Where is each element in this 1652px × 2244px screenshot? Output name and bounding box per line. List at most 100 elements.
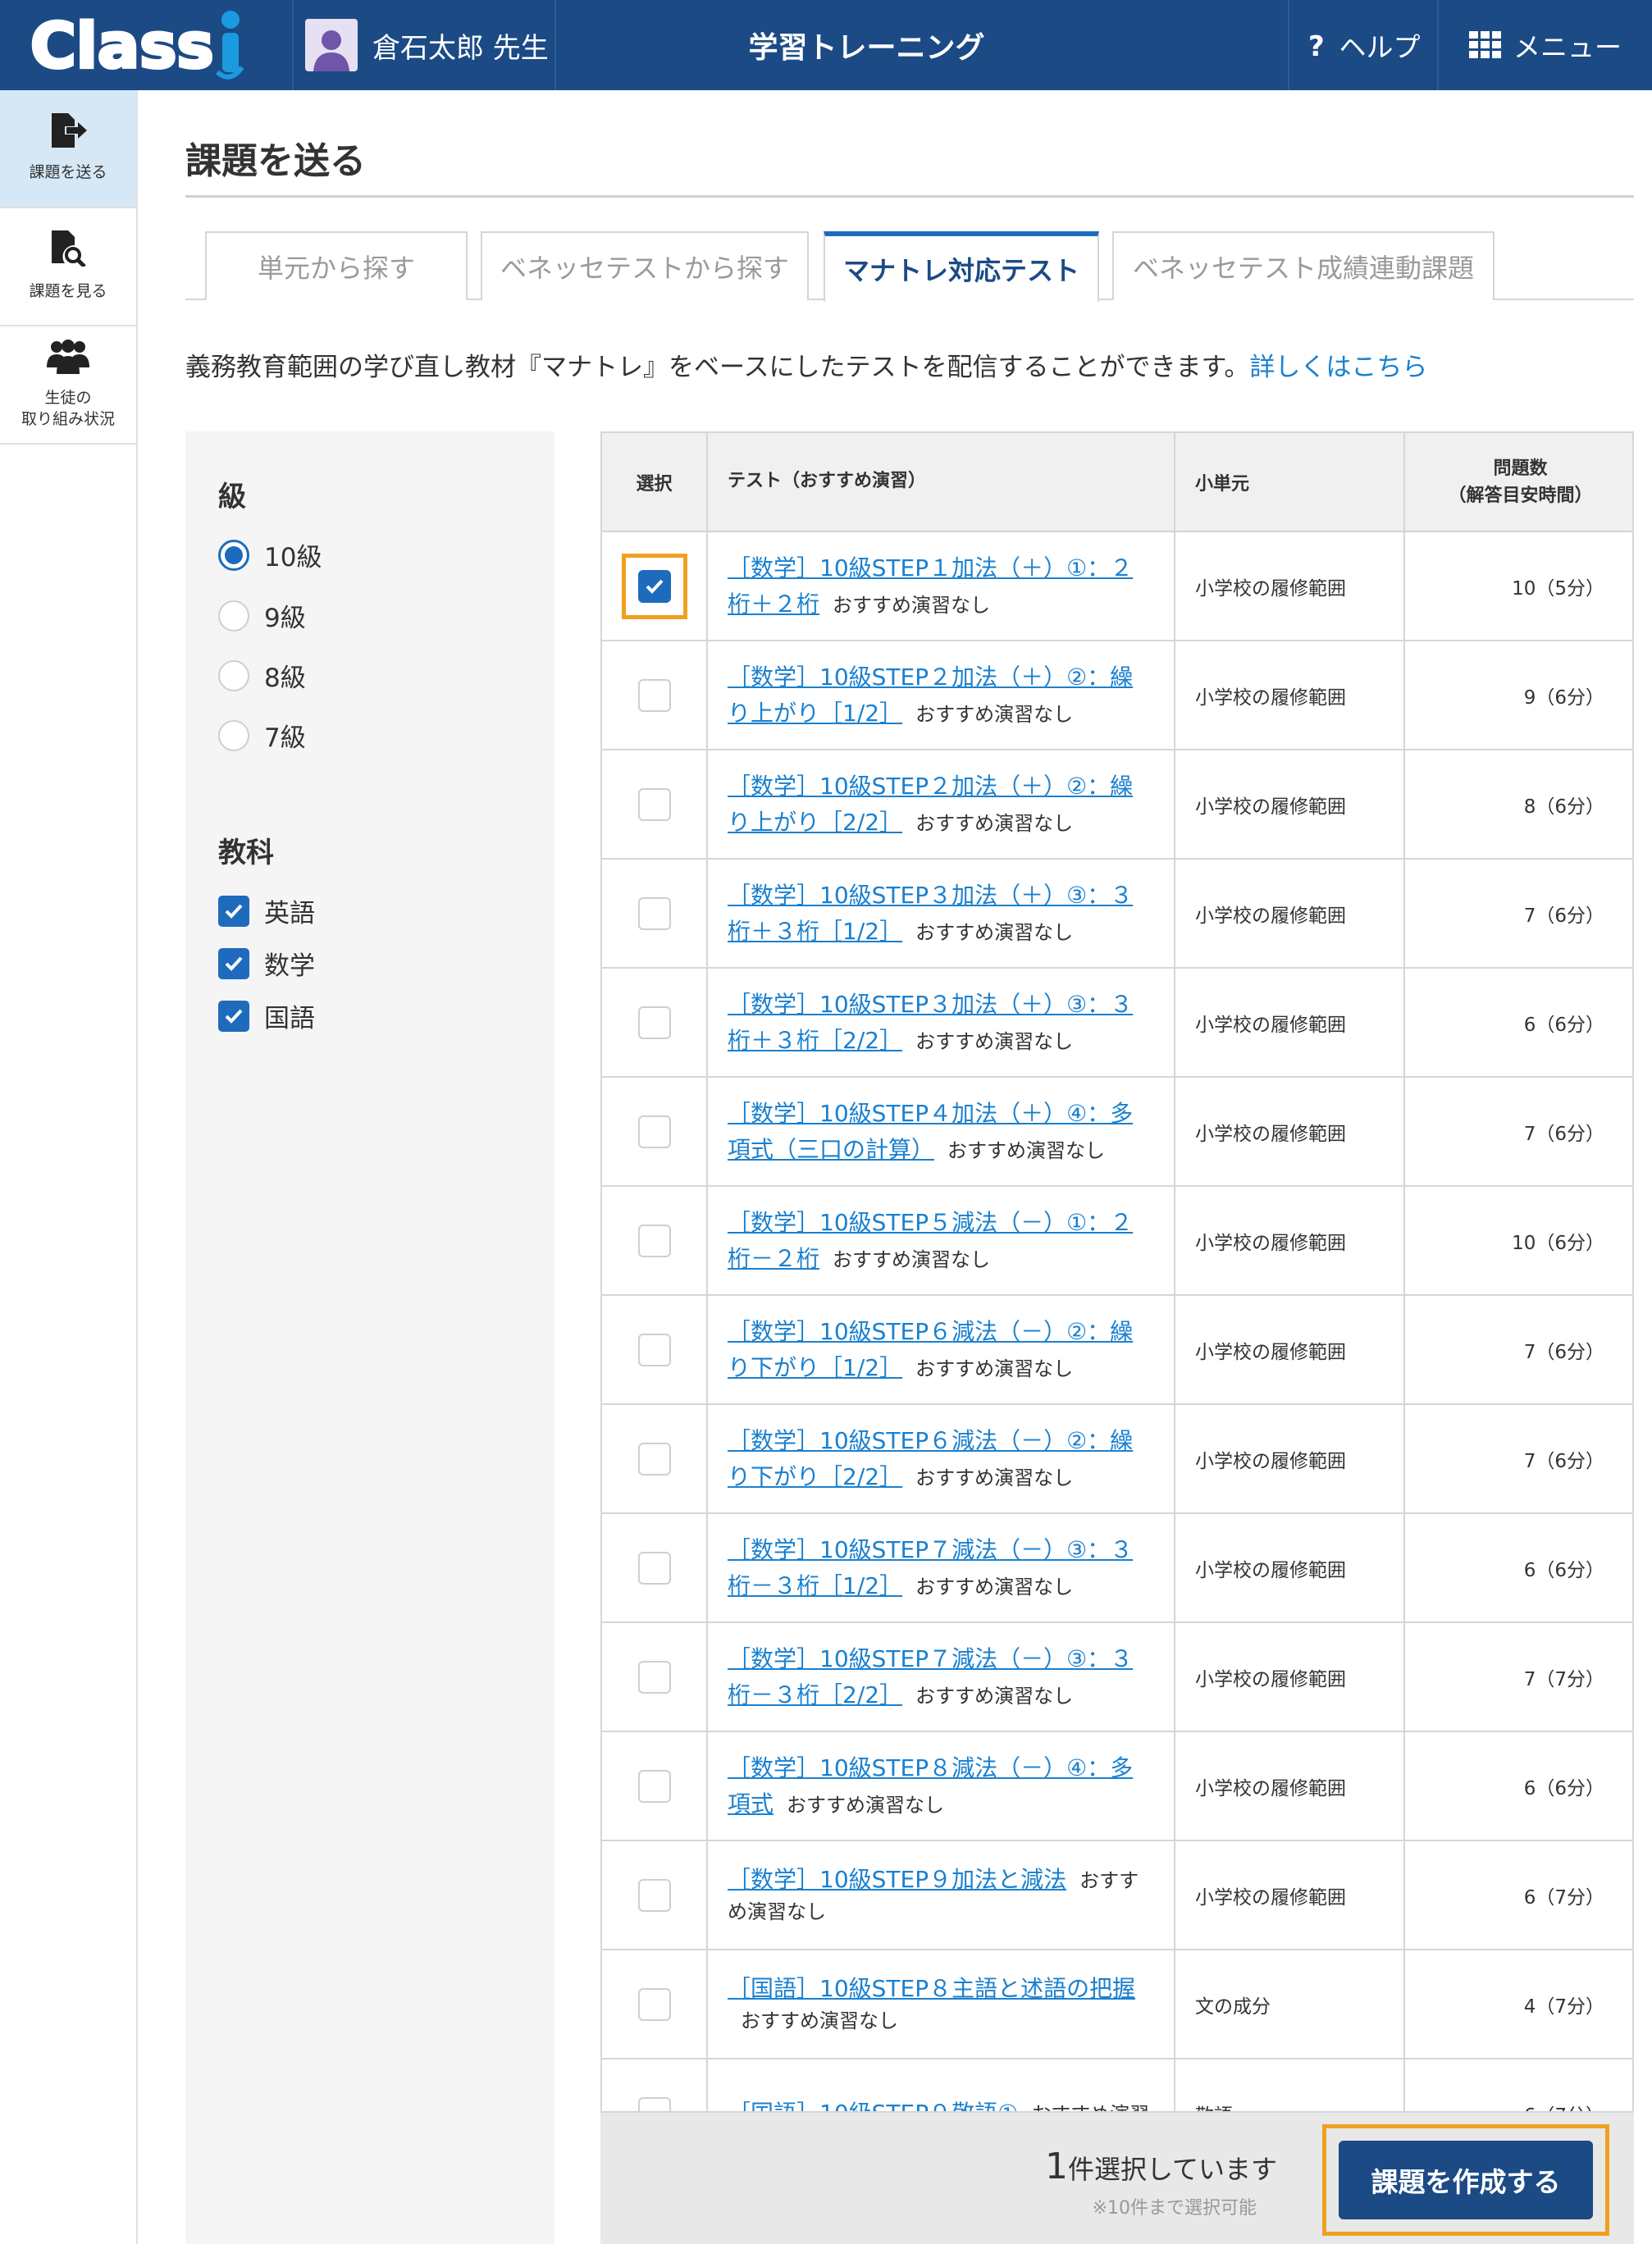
subject-option-japanese[interactable]: 国語 <box>218 997 315 1034</box>
app-header: Class 倉石太郎 先生 学習トレーニング ? ヘルプ メニュー <box>0 0 1652 90</box>
select-cell <box>602 968 708 1078</box>
row-checkbox[interactable] <box>637 1006 671 1039</box>
row-checkbox[interactable] <box>637 678 671 712</box>
tab-bar: 単元から探す ベネッセテストから探す マナトレ対応テスト ベネッセテスト成績連動… <box>185 231 1634 302</box>
select-cell <box>602 1840 708 1950</box>
subunit-cell: 小学校の履修範囲 <box>1175 1622 1405 1732</box>
row-checkbox[interactable] <box>637 2096 671 2111</box>
test-link[interactable]: ［数学］10級STEP９加法と減法 <box>728 1866 1066 1893</box>
question-count-cell: 6（6分） <box>1404 1731 1632 1841</box>
test-cell: ［数学］10級STEP７減法（－）③：３桁－３桁［2/2］ おすすめ演習なし <box>707 1622 1175 1732</box>
details-link[interactable]: 詳しくはこちら <box>1249 353 1427 382</box>
test-cell: ［数学］10級STEP２加法（＋）②：繰り上がり［1/2］ おすすめ演習なし <box>707 641 1175 750</box>
recommendation-note: おすすめ演習なし <box>915 920 1074 944</box>
help-button[interactable]: ? ヘルプ <box>1288 0 1437 90</box>
table-header-row: 選択 テスト（おすすめ演習） 小単元 問題数 （解答目安時間） <box>602 433 1632 532</box>
row-checkbox[interactable] <box>637 1551 671 1585</box>
table-row: ［国語］10級STEP９敬語① おすすめ演習 敬語6（7分） <box>602 2059 1632 2111</box>
col-header-test: テスト（おすすめ演習） <box>707 433 1175 532</box>
radio-button[interactable] <box>218 719 249 751</box>
question-count-cell: 7（6分） <box>1404 1404 1632 1514</box>
recommendation-note: おすすめ演習なし <box>915 811 1074 835</box>
tab-benesse-linked-assignment[interactable]: ベネッセテスト成績連動課題 <box>1112 231 1495 300</box>
row-checkbox[interactable] <box>637 1224 671 1257</box>
subject-option-english[interactable]: 英語 <box>218 892 315 929</box>
test-cell: ［数学］10級STEP８減法（－）④：多項式 おすすめ演習なし <box>707 1731 1175 1841</box>
table-row: ［数学］10級STEP６減法（－）②：繰り下がり［1/2］ おすすめ演習なし 小学校… <box>602 1295 1632 1405</box>
subunit-cell: 小学校の履修範囲 <box>1175 1840 1405 1950</box>
selection-count: 1件選択しています <box>1045 2146 1277 2187</box>
check-icon <box>225 904 243 919</box>
row-checkbox[interactable] <box>637 1769 671 1803</box>
sidebar-item-view-assignment[interactable]: 課題を見る <box>0 208 136 326</box>
recommendation-note: おすすめ演習なし <box>915 1575 1074 1599</box>
question-count-cell: 6（7分） <box>1404 1840 1632 1950</box>
subunit-cell: 小学校の履修範囲 <box>1175 750 1405 860</box>
subject-option-math[interactable]: 数学 <box>218 945 315 982</box>
checkbox[interactable] <box>218 947 249 979</box>
select-cell <box>602 1950 708 2059</box>
radio-button[interactable] <box>218 659 249 691</box>
table-row: ［数学］10級STEP１加法（＋）①：２桁＋２桁 おすすめ演習なし 小学校の履修範囲… <box>602 531 1632 641</box>
test-cell: ［国語］10級STEP８主語と述語の把握おすすめ演習なし <box>707 1950 1175 2059</box>
select-cell <box>602 1622 708 1732</box>
grade-option-8[interactable]: 8級 <box>218 657 306 694</box>
row-checkbox[interactable] <box>637 569 671 603</box>
select-cell <box>602 1295 708 1405</box>
checkbox[interactable] <box>218 1000 249 1032</box>
grade-label: 8級 <box>264 664 306 693</box>
checkbox[interactable] <box>218 895 249 927</box>
tab-search-by-unit[interactable]: 単元から探す <box>205 231 468 300</box>
table-row: ［数学］10級STEP９加法と減法 おすすめ演習なし 小学校の履修範囲 6（7分） <box>602 1840 1632 1950</box>
row-checkbox[interactable] <box>637 1115 671 1148</box>
recommendation-note: おすすめ演習なし <box>915 1357 1074 1380</box>
col-header-count-line2: （解答目安時間） <box>1448 485 1593 506</box>
recommendation-note: おすすめ演習なし <box>833 1247 991 1271</box>
create-assignment-button[interactable]: 課題を作成する <box>1339 2141 1593 2219</box>
row-checkbox[interactable] <box>637 1987 671 2021</box>
select-cell <box>602 1404 708 1514</box>
sidebar-item-send-assignment[interactable]: 課題を送る <box>0 90 136 208</box>
checkbox-highlight <box>621 553 687 619</box>
grade-option-9[interactable]: 9級 <box>218 597 306 634</box>
select-cell <box>602 641 708 750</box>
test-link[interactable]: ［国語］10級STEP８主語と述語の把握 <box>728 1975 1135 2002</box>
subunit-cell: 小学校の履修範囲 <box>1175 1731 1405 1841</box>
check-icon <box>225 956 243 971</box>
select-cell <box>602 1513 708 1623</box>
radio-button[interactable] <box>218 600 249 632</box>
test-cell: ［数学］10級STEP１加法（＋）①：２桁＋２桁 おすすめ演習なし <box>707 531 1175 641</box>
radio-button[interactable] <box>218 539 249 571</box>
recommendation-note: おすすめ演習なし <box>947 1138 1106 1162</box>
row-checkbox[interactable] <box>637 1878 671 1912</box>
sidebar-item-student-progress[interactable]: 生徒の 取り組み状況 <box>0 326 136 445</box>
test-cell: ［数学］10級STEP６減法（－）②：繰り下がり［1/2］ おすすめ演習なし <box>707 1295 1175 1405</box>
question-icon: ? <box>1307 31 1328 59</box>
select-cell <box>602 531 708 641</box>
test-cell: ［数学］10級STEP６減法（－）②：繰り下がり［2/2］ おすすめ演習なし <box>707 1404 1175 1514</box>
grid-menu-icon <box>1469 31 1502 59</box>
test-cell: ［国語］10級STEP９敬語① おすすめ演習 <box>707 2059 1175 2111</box>
app-title: 学習トレーニング <box>748 31 985 65</box>
question-count-cell: 6（6分） <box>1404 968 1632 1078</box>
tab-search-benesse-test[interactable]: ベネッセテストから探す <box>481 231 809 300</box>
menu-button[interactable]: メニュー <box>1437 0 1652 90</box>
row-checkbox[interactable] <box>637 787 671 821</box>
row-checkbox[interactable] <box>637 1333 671 1366</box>
tab-manatore-test[interactable]: マナトレ対応テスト <box>824 231 1099 302</box>
test-link[interactable]: ［国語］10級STEP９敬語① <box>728 2100 1018 2111</box>
grade-label: 10級 <box>264 543 322 572</box>
question-count-cell: 9（6分） <box>1404 641 1632 750</box>
row-checkbox[interactable] <box>637 896 671 930</box>
recommendation-note: おすすめ演習なし <box>915 702 1074 726</box>
row-checkbox[interactable] <box>637 1660 671 1694</box>
sidebar: 課題を送る 課題を見る 生徒の 取り組み状況 <box>0 90 138 2244</box>
row-checkbox[interactable] <box>637 1442 671 1475</box>
classi-logo[interactable]: Class <box>0 0 294 90</box>
grade-option-7[interactable]: 7級 <box>218 717 306 754</box>
user-info[interactable]: 倉石太郎 先生 <box>294 0 556 90</box>
grade-option-10[interactable]: 10級 <box>218 536 322 573</box>
test-table-container[interactable]: 選択 テスト（おすすめ演習） 小単元 問題数 （解答目安時間） ［数学］10級S… <box>600 431 1634 2113</box>
subject-heading: 教科 <box>218 837 274 869</box>
title-divider <box>185 195 1634 198</box>
